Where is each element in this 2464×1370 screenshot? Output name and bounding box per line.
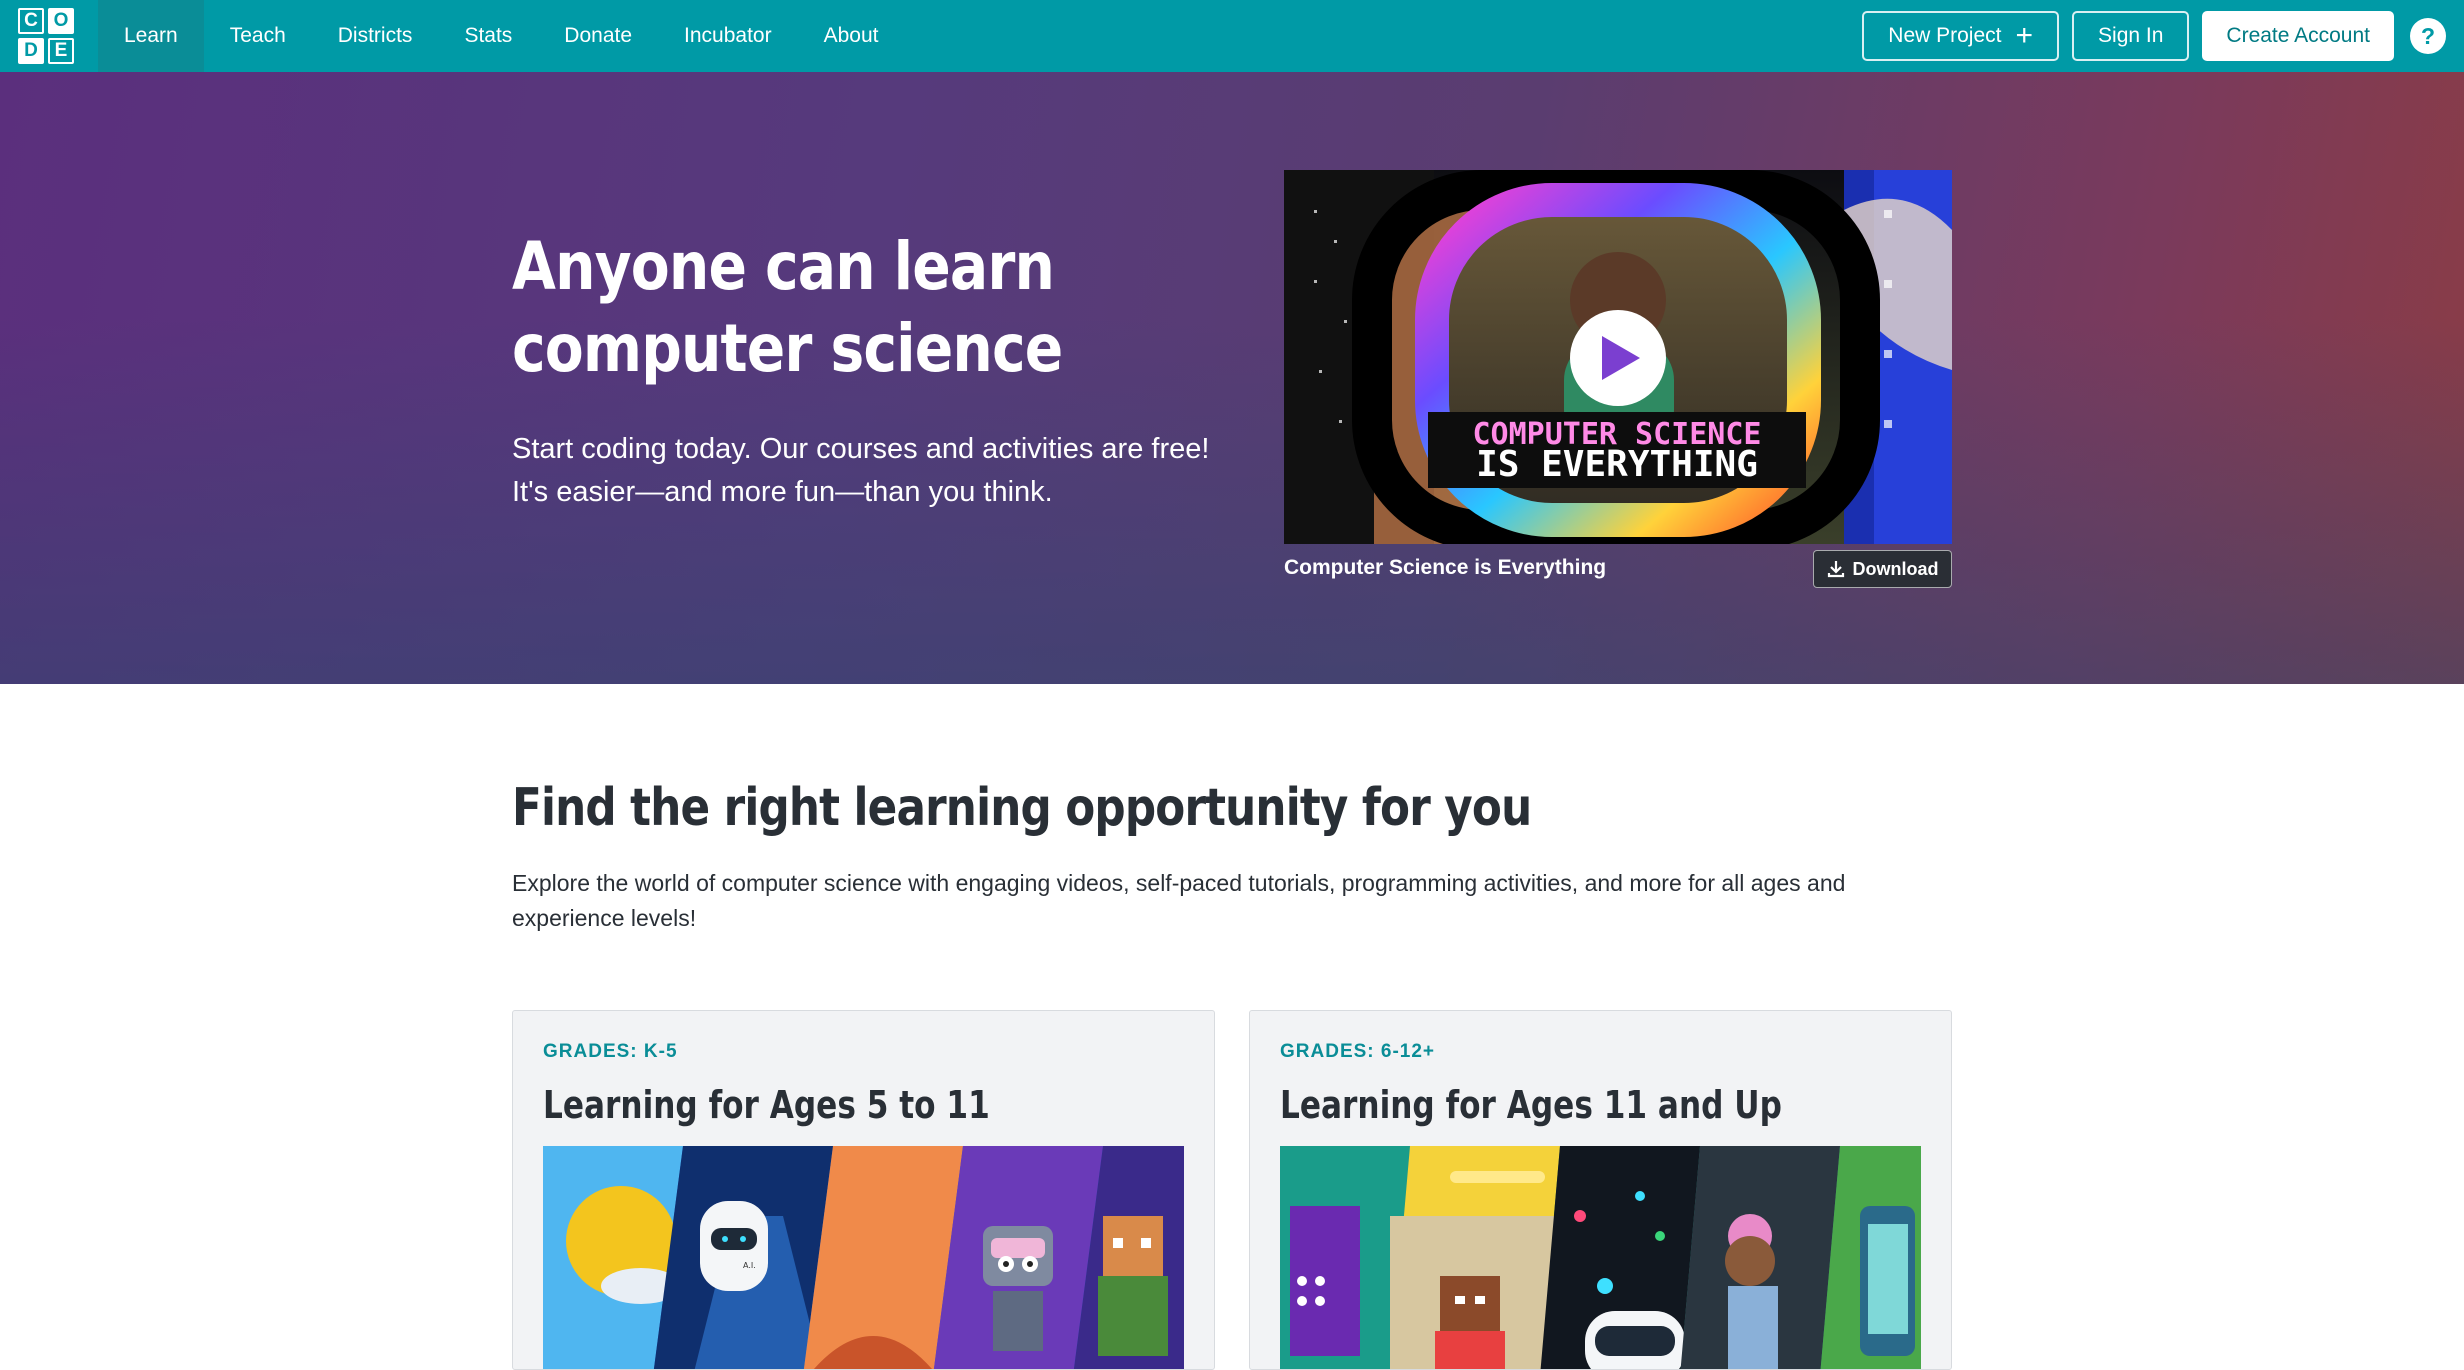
main-nav-links: Learn Teach Districts Stats Donate Incub… xyxy=(98,0,904,72)
card-illustration-secondary xyxy=(1280,1146,1921,1369)
course-card-secondary[interactable]: GRADES: 6-12+ Learning for Ages 11 and U… xyxy=(1249,1010,1952,1370)
new-project-button[interactable]: New Project + xyxy=(1862,11,2060,61)
nav-link-teach[interactable]: Teach xyxy=(204,0,312,72)
robot-ai-label: A.I. xyxy=(743,1261,756,1270)
logo-letter: E xyxy=(48,38,74,64)
nav-actions: New Project + Sign In Create Account ? xyxy=(1862,11,2446,61)
secondary-illustration xyxy=(1280,1146,1921,1369)
elementary-illustration: A.I. xyxy=(543,1146,1184,1369)
card-grade-label: GRADES: 6-12+ xyxy=(1280,1041,1436,1062)
hero-title: Anyone can learn computer science xyxy=(512,226,1114,390)
hero-title-line-2: computer science xyxy=(512,310,1063,387)
sign-in-button[interactable]: Sign In xyxy=(2072,11,2190,61)
nav-link-about[interactable]: About xyxy=(798,0,905,72)
nav-link-donate[interactable]: Donate xyxy=(538,0,658,72)
video-caption: Computer Science is Everything xyxy=(1284,556,1607,579)
nav-link-learn[interactable]: Learn xyxy=(98,0,204,72)
course-card-elementary[interactable]: GRADES: K-5 Learning for Ages 5 to 11 A.… xyxy=(512,1010,1215,1370)
section-description: Explore the world of computer science wi… xyxy=(512,870,1846,931)
video-artwork: COMPUTER SCIENCE IS EVERYTHING xyxy=(1284,170,1952,544)
help-icon[interactable]: ? xyxy=(2410,18,2446,54)
hero-title-line-1: Anyone can learn xyxy=(512,228,1055,305)
plus-icon: + xyxy=(2015,19,2034,52)
nav-link-incubator[interactable]: Incubator xyxy=(658,0,798,72)
hero-subtitle: Start coding today. Our courses and acti… xyxy=(512,433,1210,508)
card-grade-label: GRADES: K-5 xyxy=(543,1041,678,1062)
download-button[interactable]: Download xyxy=(1813,550,1952,588)
card-title: Learning for Ages 5 to 11 xyxy=(543,1083,990,1127)
card-title: Learning for Ages 11 and Up xyxy=(1280,1083,1782,1127)
logo-letter: O xyxy=(48,8,74,34)
hero-video-thumbnail[interactable]: COMPUTER SCIENCE IS EVERYTHING xyxy=(1284,170,1952,544)
video-overlay-line-2: IS EVERYTHING xyxy=(1476,444,1758,485)
card-illustration-elementary: A.I. xyxy=(543,1146,1184,1369)
section-title: Find the right learning opportunity for … xyxy=(512,778,1532,838)
new-project-label: New Project xyxy=(1888,24,2002,47)
top-navigation-bar: C O D E Learn Teach Districts Stats Dona… xyxy=(0,0,2464,72)
nav-link-districts[interactable]: Districts xyxy=(312,0,439,72)
nav-link-stats[interactable]: Stats xyxy=(438,0,538,72)
download-icon xyxy=(1827,561,1844,578)
code-org-logo[interactable]: C O D E xyxy=(16,6,76,66)
hero-banner: Anyone can learn computer science Start … xyxy=(0,72,2464,684)
create-account-button[interactable]: Create Account xyxy=(2202,11,2394,61)
logo-letter: C xyxy=(18,8,44,34)
logo-letter: D xyxy=(18,38,44,64)
download-label: Download xyxy=(1852,558,1939,579)
